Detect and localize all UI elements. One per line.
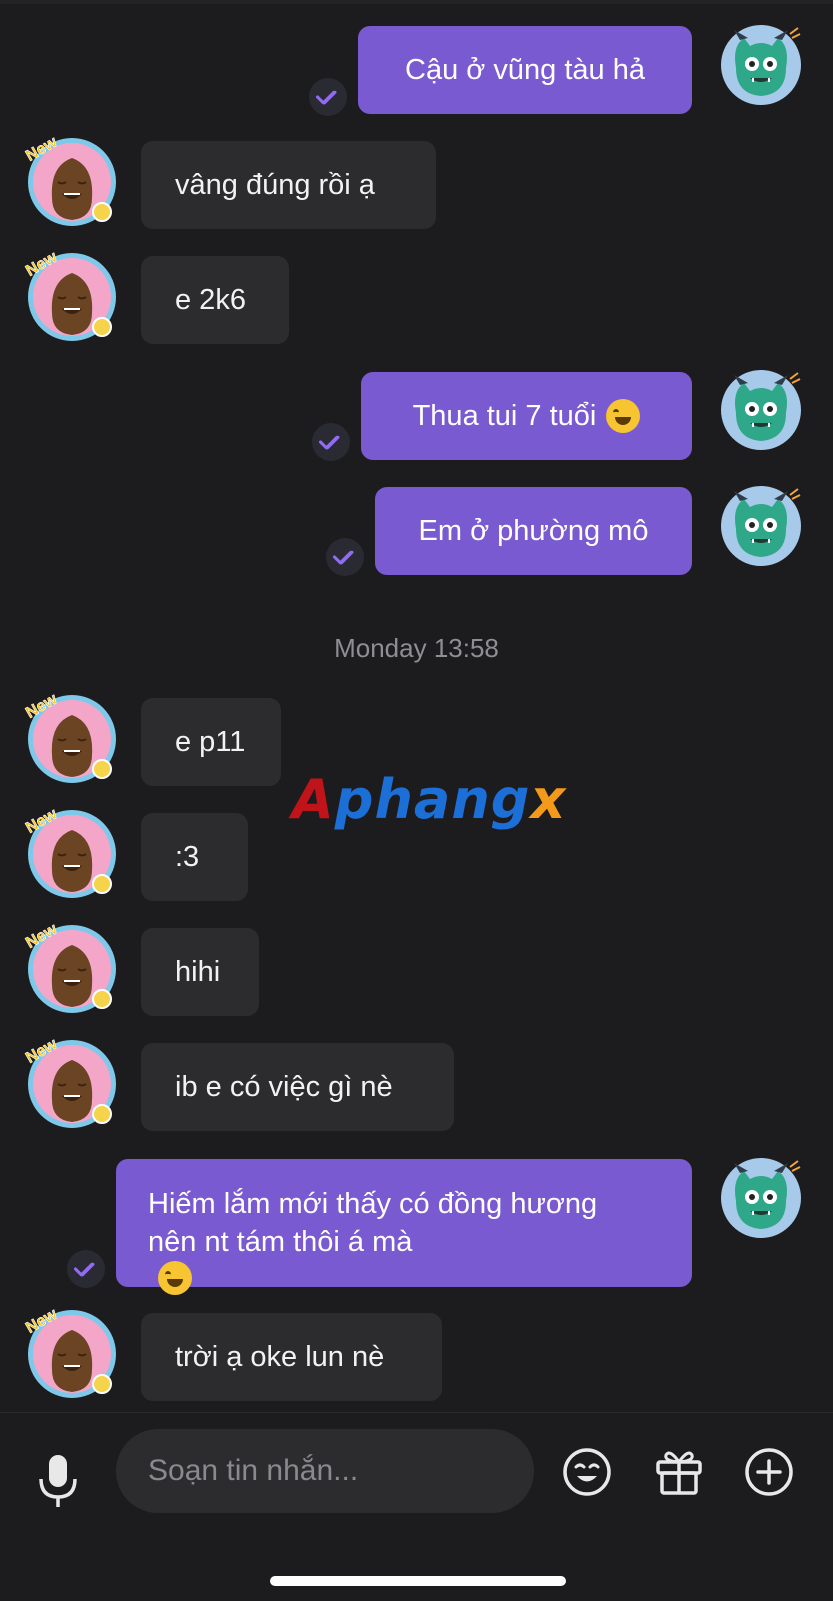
message-input[interactable]: Soạn tin nhắn... (116, 1429, 534, 1513)
incoming-message[interactable]: hihi (141, 928, 259, 1016)
top-divider (0, 0, 833, 4)
seen-check-icon (312, 423, 350, 461)
my-avatar[interactable] (720, 24, 802, 106)
message-text: ib e có việc gì nè (175, 1070, 393, 1103)
microphone-icon[interactable] (34, 1453, 82, 1509)
incoming-message[interactable]: ib e có việc gì nè (141, 1043, 454, 1131)
incoming-message[interactable]: :3 (141, 813, 248, 901)
outgoing-message[interactable]: Thua tui 7 tuổi (361, 372, 692, 460)
my-avatar[interactable] (720, 1157, 802, 1239)
seen-check-icon (326, 538, 364, 576)
outgoing-message[interactable]: Hiếm lắm mới thấy có đồng hương nên nt t… (116, 1159, 692, 1295)
home-indicator[interactable] (270, 1576, 566, 1586)
contact-avatar[interactable] (22, 802, 122, 902)
laughing-emoji-icon (606, 399, 641, 433)
my-avatar[interactable] (720, 369, 802, 451)
message-text-line: nên nt tám thôi á mà (148, 1226, 413, 1258)
date-separator: Monday 13:58 (334, 633, 499, 663)
contact-avatar[interactable] (22, 130, 122, 230)
my-avatar[interactable] (720, 485, 802, 567)
incoming-message[interactable]: trời ạ oke lun nè (141, 1313, 442, 1401)
seen-check-icon (67, 1250, 105, 1288)
message-text: trời ạ oke lun nè (175, 1340, 385, 1373)
contact-avatar[interactable] (22, 1302, 122, 1402)
add-icon[interactable] (742, 1445, 796, 1499)
outgoing-message[interactable]: Cậu ở vũng tàu hả (358, 26, 692, 114)
message-text-line: Hiếm lắm mới thấy có đồng hương (148, 1188, 598, 1220)
contact-avatar[interactable] (22, 245, 122, 345)
incoming-message[interactable]: vâng đúng rồi ạ (141, 141, 436, 229)
contact-avatar[interactable] (22, 917, 122, 1017)
message-text: vâng đúng rồi ạ (175, 168, 375, 201)
message-text: Cậu ở vũng tàu hả (405, 53, 645, 86)
contact-avatar[interactable] (22, 687, 122, 787)
message-text: hihi (175, 955, 221, 988)
outgoing-message[interactable]: Em ở phường mô (375, 487, 692, 575)
message-text: :3 (175, 840, 200, 873)
message-text: e 2k6 (175, 283, 246, 316)
message-text: Em ở phường mô (418, 514, 649, 547)
seen-check-icon (309, 78, 347, 116)
watermark-logo: Aphangx (292, 768, 567, 831)
incoming-message[interactable]: e p11 (141, 698, 281, 786)
gift-icon[interactable] (652, 1445, 706, 1499)
message-text: Thua tui 7 tuổi (412, 399, 597, 432)
laughing-emoji-icon (158, 1261, 192, 1295)
incoming-message[interactable]: e 2k6 (141, 256, 289, 344)
composer-bar: Soạn tin nhắn... (0, 1412, 833, 1601)
emoji-icon[interactable] (560, 1445, 614, 1499)
contact-avatar[interactable] (22, 1032, 122, 1132)
message-text: e p11 (175, 725, 246, 758)
